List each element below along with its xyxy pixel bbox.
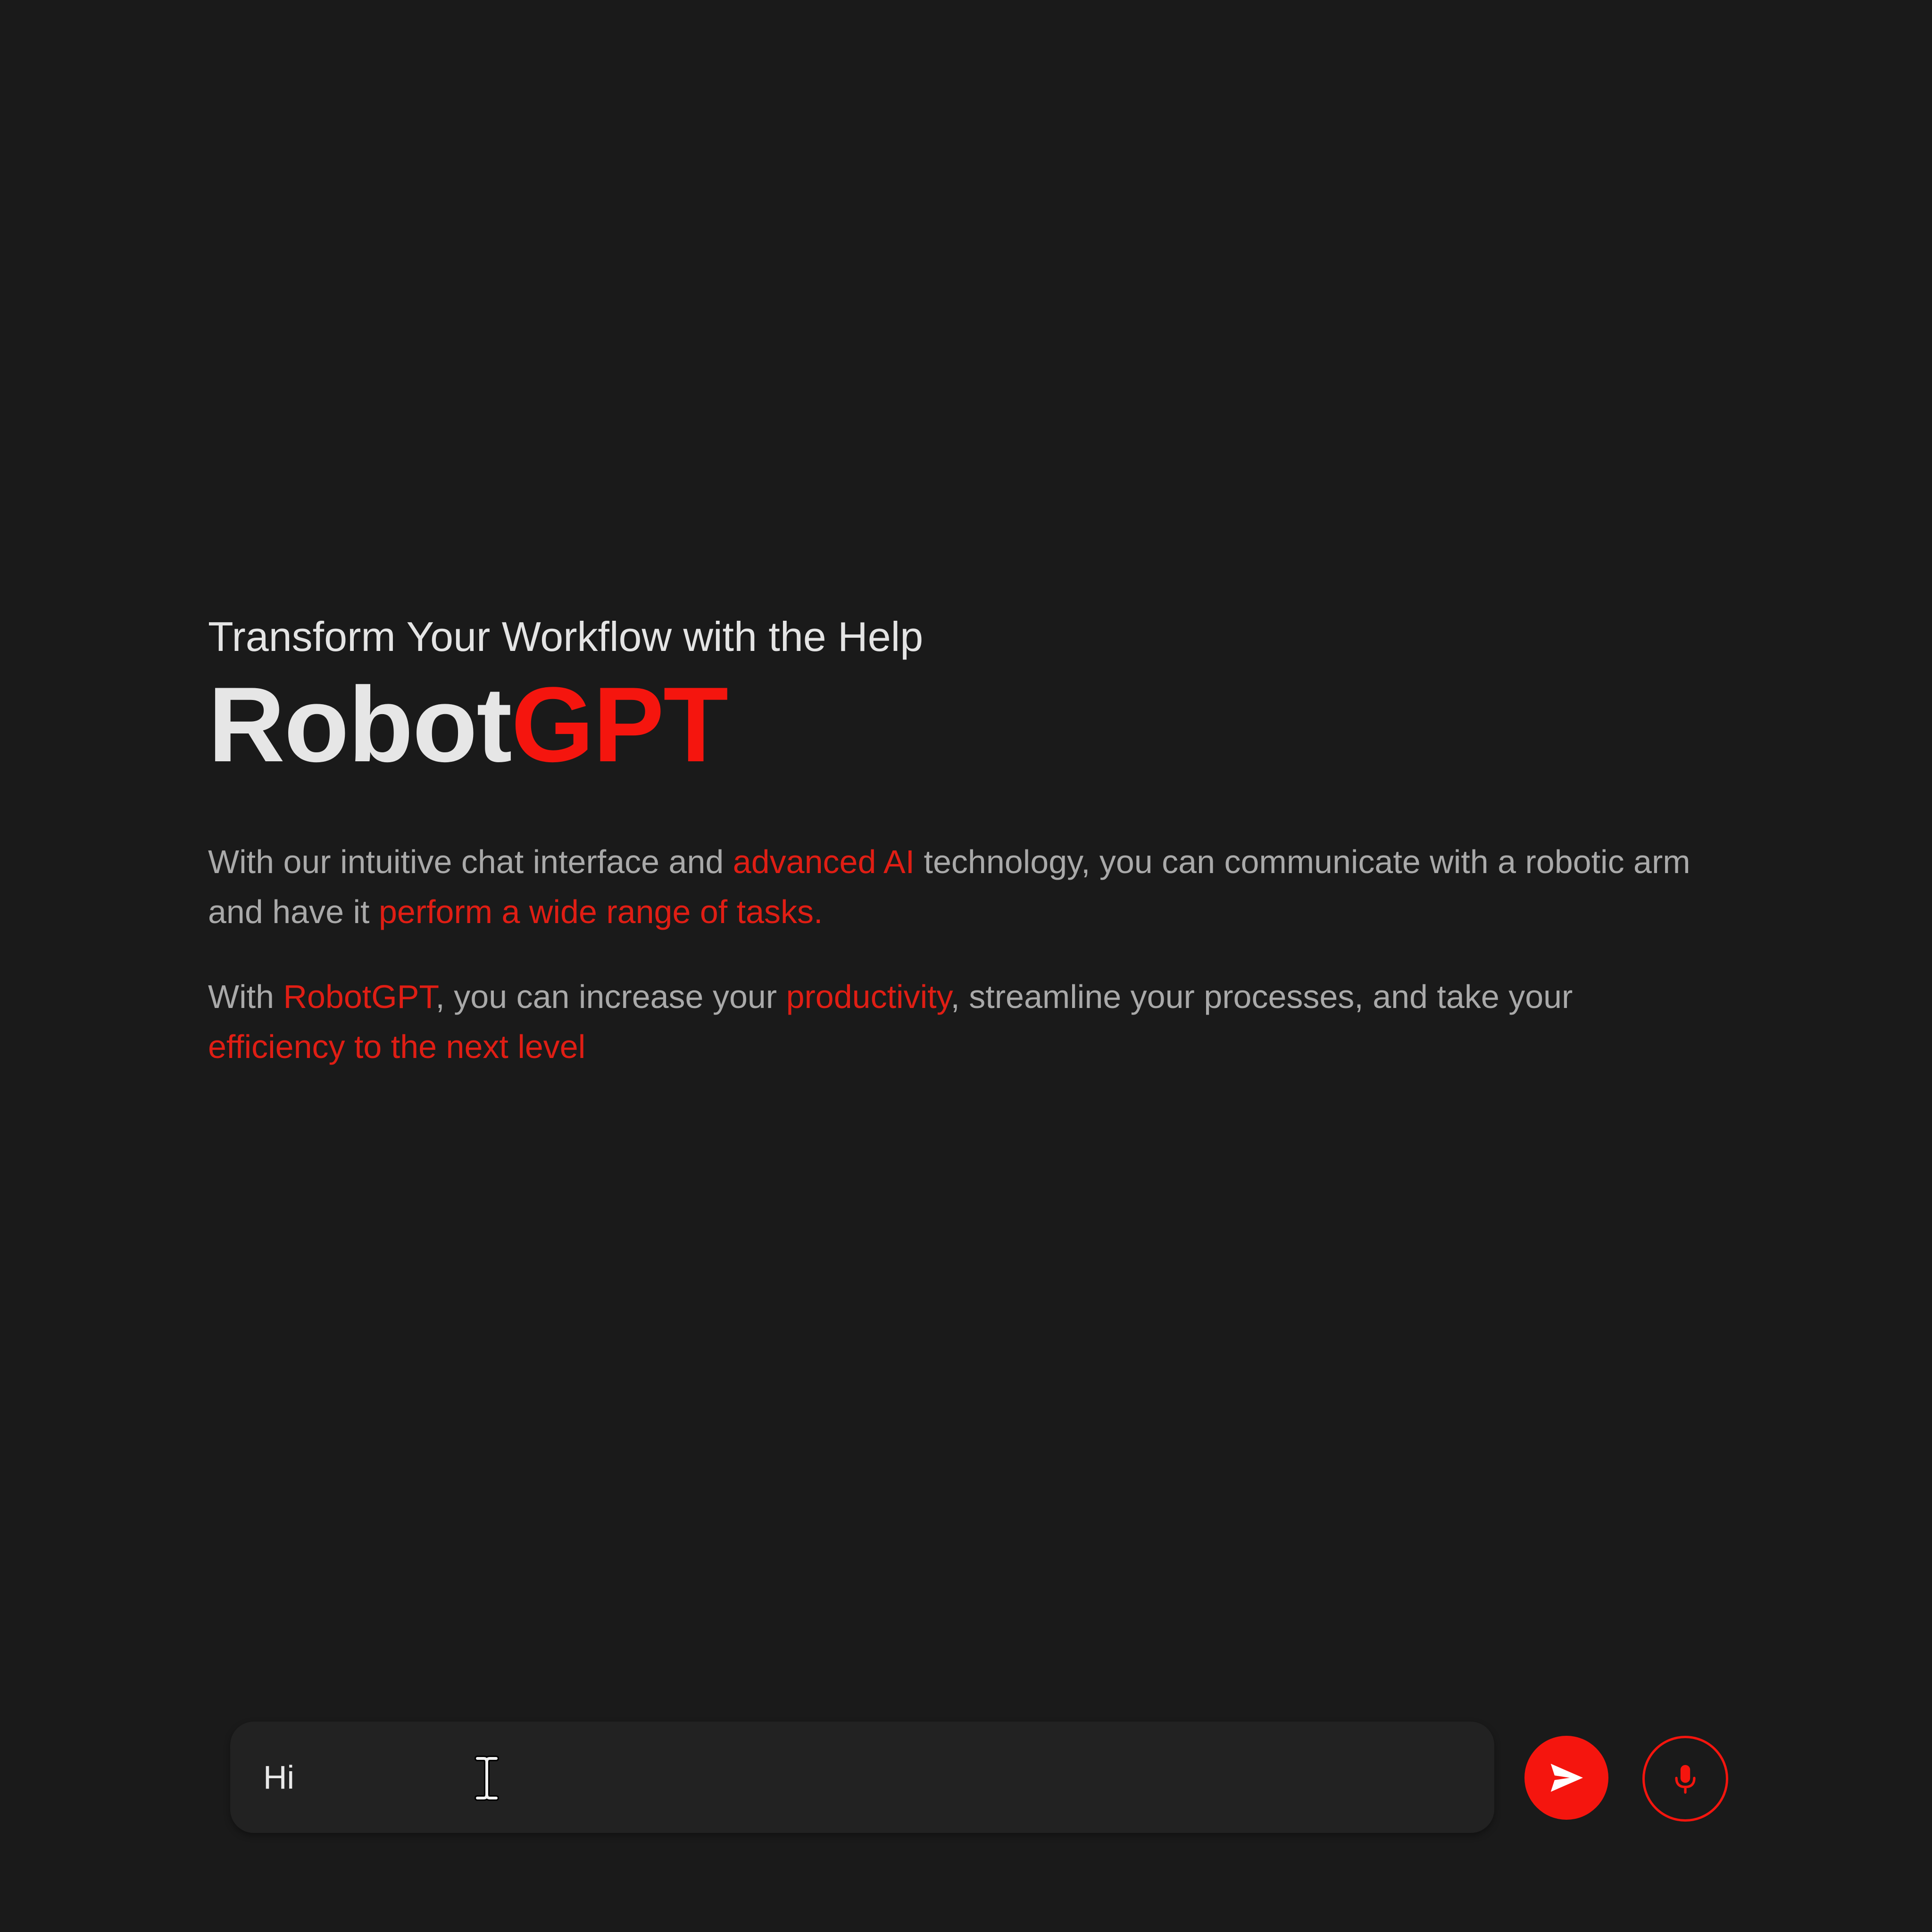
text-cursor-icon <box>473 1756 501 1801</box>
benefits-text-segment: With <box>208 978 283 1015</box>
intro-paragraph: With our intuitive chat interface and ad… <box>208 837 1717 937</box>
microphone-icon <box>1675 1765 1696 1794</box>
intro-highlight-tasks: perform a wide range of tasks. <box>378 893 823 930</box>
microphone-button[interactable] <box>1642 1736 1728 1822</box>
send-button[interactable] <box>1524 1736 1608 1820</box>
chat-message-input[interactable] <box>263 1722 1461 1833</box>
brand-title-gpt: GPT <box>511 665 729 784</box>
intro-text-segment: With our intuitive chat interface and <box>208 843 733 880</box>
brand-title: RobotGPT <box>208 668 1717 781</box>
benefits-highlight-productivity: productivity <box>786 978 951 1015</box>
send-icon <box>1550 1764 1583 1792</box>
benefits-text-segment: , you can increase your <box>435 978 786 1015</box>
benefits-highlight-robotgpt: RobotGPT <box>283 978 436 1015</box>
hero-section: Transform Your Workflow with the Help Ro… <box>208 608 1717 1072</box>
hero-subtitle: Transform Your Workflow with the Help <box>208 613 924 660</box>
benefits-paragraph: With RobotGPT, you can increase your pro… <box>208 972 1717 1072</box>
benefits-text-segment: , streamline your processes, and take yo… <box>950 978 1573 1015</box>
benefits-highlight-efficiency: efficiency to the next level <box>208 1028 586 1065</box>
brand-title-robot: Robot <box>208 665 512 784</box>
intro-highlight-ai: advanced AI <box>733 843 915 880</box>
chat-input-bar[interactable] <box>230 1722 1494 1833</box>
